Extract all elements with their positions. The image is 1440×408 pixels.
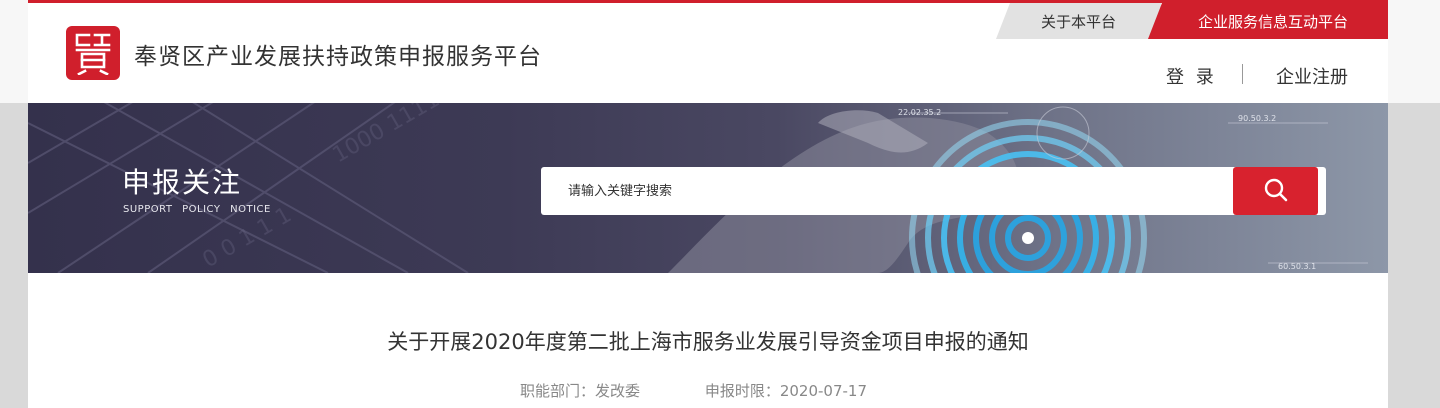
deadline-label: 申报时限：: [704, 382, 780, 400]
banner-art-label: 60.50.3.1: [1278, 262, 1316, 271]
search-bar: [541, 167, 1326, 215]
about-platform-link[interactable]: 关于本平台: [996, 3, 1161, 39]
article-title: 关于开展2020年度第二批上海市服务业发展引导资金项目申报的通知: [387, 330, 1029, 354]
search-button[interactable]: [1233, 167, 1318, 215]
site-header: 奉贤区产业发展扶持政策申报服务平台 关于本平台 企业服务信息互动平台 登 录 企…: [28, 0, 1388, 103]
nav-divider: [1242, 64, 1243, 84]
login-link[interactable]: 登 录: [1166, 63, 1217, 89]
banner-subtitle: SUPPORT POLICY NOTICE: [123, 204, 271, 215]
banner-art-label: 22.02.35.2: [898, 108, 941, 117]
seal-logo-icon[interactable]: [66, 26, 120, 80]
banner-title: 申报关注: [122, 166, 243, 199]
enterprise-interaction-link[interactable]: 企业服务信息互动平台: [1148, 3, 1388, 39]
department-value: 发改委: [595, 382, 641, 400]
search-input[interactable]: [541, 167, 1233, 215]
site-title: 奉贤区产业发展扶持政策申报服务平台: [134, 44, 542, 70]
svg-text:1000 1111: 1000 1111: [329, 103, 445, 168]
deadline-meta: 申报时限：2020-07-17: [705, 380, 867, 401]
page-container: 奉贤区产业发展扶持政策申报服务平台 关于本平台 企业服务信息互动平台 登 录 企…: [28, 0, 1388, 408]
department-label: 职能部门：: [520, 382, 596, 400]
search-icon: [1263, 177, 1289, 206]
register-link[interactable]: 企业注册: [1276, 63, 1348, 89]
deadline-value: 2020-07-17: [779, 382, 868, 400]
article-meta: 职能部门：发改委 申报时限：2020-07-17: [520, 380, 867, 401]
banner: 1000 1111 0 0 1 1 1 22.02.35.2 90.50.3.2…: [28, 103, 1388, 273]
banner-art-label: 90.50.3.2: [1238, 114, 1276, 123]
department-meta: 职能部门：发改委: [520, 380, 640, 401]
